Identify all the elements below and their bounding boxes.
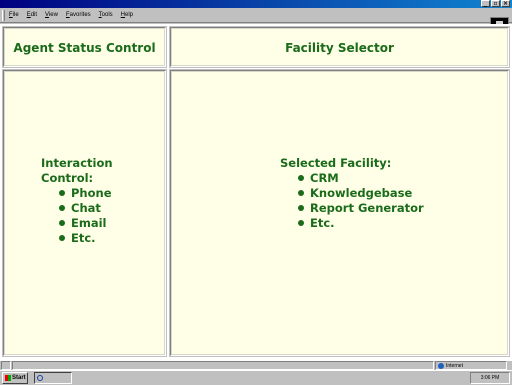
bullet-icon bbox=[59, 235, 65, 241]
interaction-heading-line2: Control: bbox=[41, 171, 94, 185]
maximize-button[interactable]: ▫ bbox=[491, 0, 500, 7]
facility-list: CRM Knowledgebase Report Generator Etc. bbox=[280, 171, 424, 231]
list-item-email[interactable]: Email bbox=[59, 216, 113, 231]
facility-heading: Selected Facility: bbox=[280, 156, 392, 170]
windows-logo-icon bbox=[5, 375, 11, 381]
interaction-list: Phone Chat Email Etc. bbox=[41, 186, 113, 246]
close-button[interactable]: × bbox=[501, 0, 510, 7]
zone-label: Internet bbox=[446, 362, 463, 369]
selected-facility-block: Selected Facility: CRM Knowledgebase Rep… bbox=[280, 156, 424, 231]
list-item-chat[interactable]: Chat bbox=[59, 201, 113, 216]
selected-facility-frame: Selected Facility: CRM Knowledgebase Rep… bbox=[169, 69, 510, 357]
page-content: Agent Status Control Facility Selector I… bbox=[0, 24, 512, 360]
bullet-icon bbox=[59, 205, 65, 211]
bullet-icon bbox=[59, 220, 65, 226]
interaction-heading-line1: Interaction bbox=[41, 156, 113, 170]
start-label: Start bbox=[12, 375, 26, 381]
list-item-etc[interactable]: Etc. bbox=[59, 231, 113, 246]
toolbar-grip[interactable] bbox=[2, 9, 5, 21]
taskbar: Start 3:06 PM bbox=[0, 370, 512, 385]
security-zone: Internet bbox=[435, 361, 507, 370]
menu-bar: File Edit View Favorites Tools Help bbox=[0, 8, 512, 29]
list-item-knowledgebase[interactable]: Knowledgebase bbox=[298, 186, 424, 201]
menu-favorites[interactable]: Favorites bbox=[66, 12, 91, 18]
facility-selector-title: Facility Selector bbox=[285, 41, 394, 55]
internet-explorer-icon bbox=[37, 375, 43, 381]
list-item-etc-facility[interactable]: Etc. bbox=[298, 216, 424, 231]
bullet-icon bbox=[298, 220, 304, 226]
bullet-icon bbox=[298, 205, 304, 211]
system-clock: 3:06 PM bbox=[470, 372, 510, 384]
minimize-button[interactable]: _ bbox=[481, 0, 490, 7]
status-bar: Internet bbox=[0, 360, 512, 370]
bullet-icon bbox=[298, 175, 304, 181]
interaction-control-block: Interaction Control: Phone Chat Email Et… bbox=[41, 156, 113, 246]
agent-status-title: Agent Status Control bbox=[13, 41, 156, 55]
interaction-control-frame: Interaction Control: Phone Chat Email Et… bbox=[2, 69, 167, 357]
list-item-crm[interactable]: CRM bbox=[298, 171, 424, 186]
list-item-report-generator[interactable]: Report Generator bbox=[298, 201, 424, 216]
status-text-area bbox=[12, 361, 434, 370]
window-titlebar[interactable]: _ ▫ × bbox=[0, 0, 512, 8]
menu-view[interactable]: View bbox=[45, 12, 58, 18]
start-button[interactable]: Start bbox=[2, 372, 28, 384]
menu-tools[interactable]: Tools bbox=[99, 12, 113, 18]
agent-status-frame: Agent Status Control bbox=[2, 26, 167, 68]
list-item-phone[interactable]: Phone bbox=[59, 186, 113, 201]
taskbar-ie-window[interactable] bbox=[34, 372, 72, 384]
bullet-icon bbox=[59, 190, 65, 196]
menu-file[interactable]: File bbox=[9, 12, 19, 18]
facility-selector-frame: Facility Selector bbox=[169, 26, 510, 68]
globe-icon bbox=[438, 362, 444, 369]
menu-edit[interactable]: Edit bbox=[27, 12, 37, 18]
menu-help[interactable]: Help bbox=[121, 12, 133, 18]
page-status-icon bbox=[1, 361, 11, 370]
bullet-icon bbox=[298, 190, 304, 196]
